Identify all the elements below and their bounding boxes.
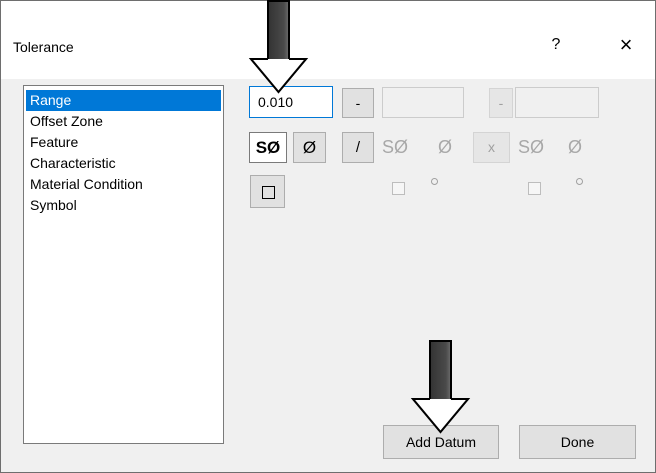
diameter-symbol-2: Ø [437,137,452,157]
radio-1 [431,178,438,185]
sphere-diameter-symbol-3: SØ [517,137,544,157]
sphere-diameter-button[interactable]: SØ [249,132,287,163]
tolerance-dialog: Tolerance ? × Range Offset Zone Feature … [0,0,656,473]
list-item-offset-zone[interactable]: Offset Zone [26,111,221,132]
title-bar: Tolerance ? × [1,1,655,79]
minus-button[interactable]: - [342,88,374,118]
diameter-button[interactable]: Ø [293,132,326,163]
diameter-symbol-3: Ø [567,137,582,157]
list-item-characteristic[interactable]: Characteristic [26,153,221,174]
x-button: x [473,132,510,163]
radio-2 [576,178,583,185]
list-item-material-condition[interactable]: Material Condition [26,174,221,195]
down-arrow-icon [248,0,309,94]
close-button[interactable]: × [614,33,638,57]
range-upper-input [382,87,464,118]
square-button[interactable] [250,175,285,208]
sphere-diameter-symbol-2: SØ [381,137,408,157]
list-item-symbol[interactable]: Symbol [26,195,221,216]
down-arrow-icon [410,340,471,434]
category-list[interactable]: Range Offset Zone Feature Characteristic… [23,85,224,444]
square-icon [262,186,275,199]
dialog-title: Tolerance [13,39,74,55]
checkbox-2 [528,182,541,195]
help-button[interactable]: ? [544,33,568,57]
slash-button[interactable]: / [342,132,374,163]
list-item-range[interactable]: Range [26,90,221,111]
minus-button-2: - [489,88,513,118]
done-button[interactable]: Done [519,425,636,459]
range-second-input [515,87,599,118]
checkbox-1 [392,182,405,195]
list-item-feature[interactable]: Feature [26,132,221,153]
